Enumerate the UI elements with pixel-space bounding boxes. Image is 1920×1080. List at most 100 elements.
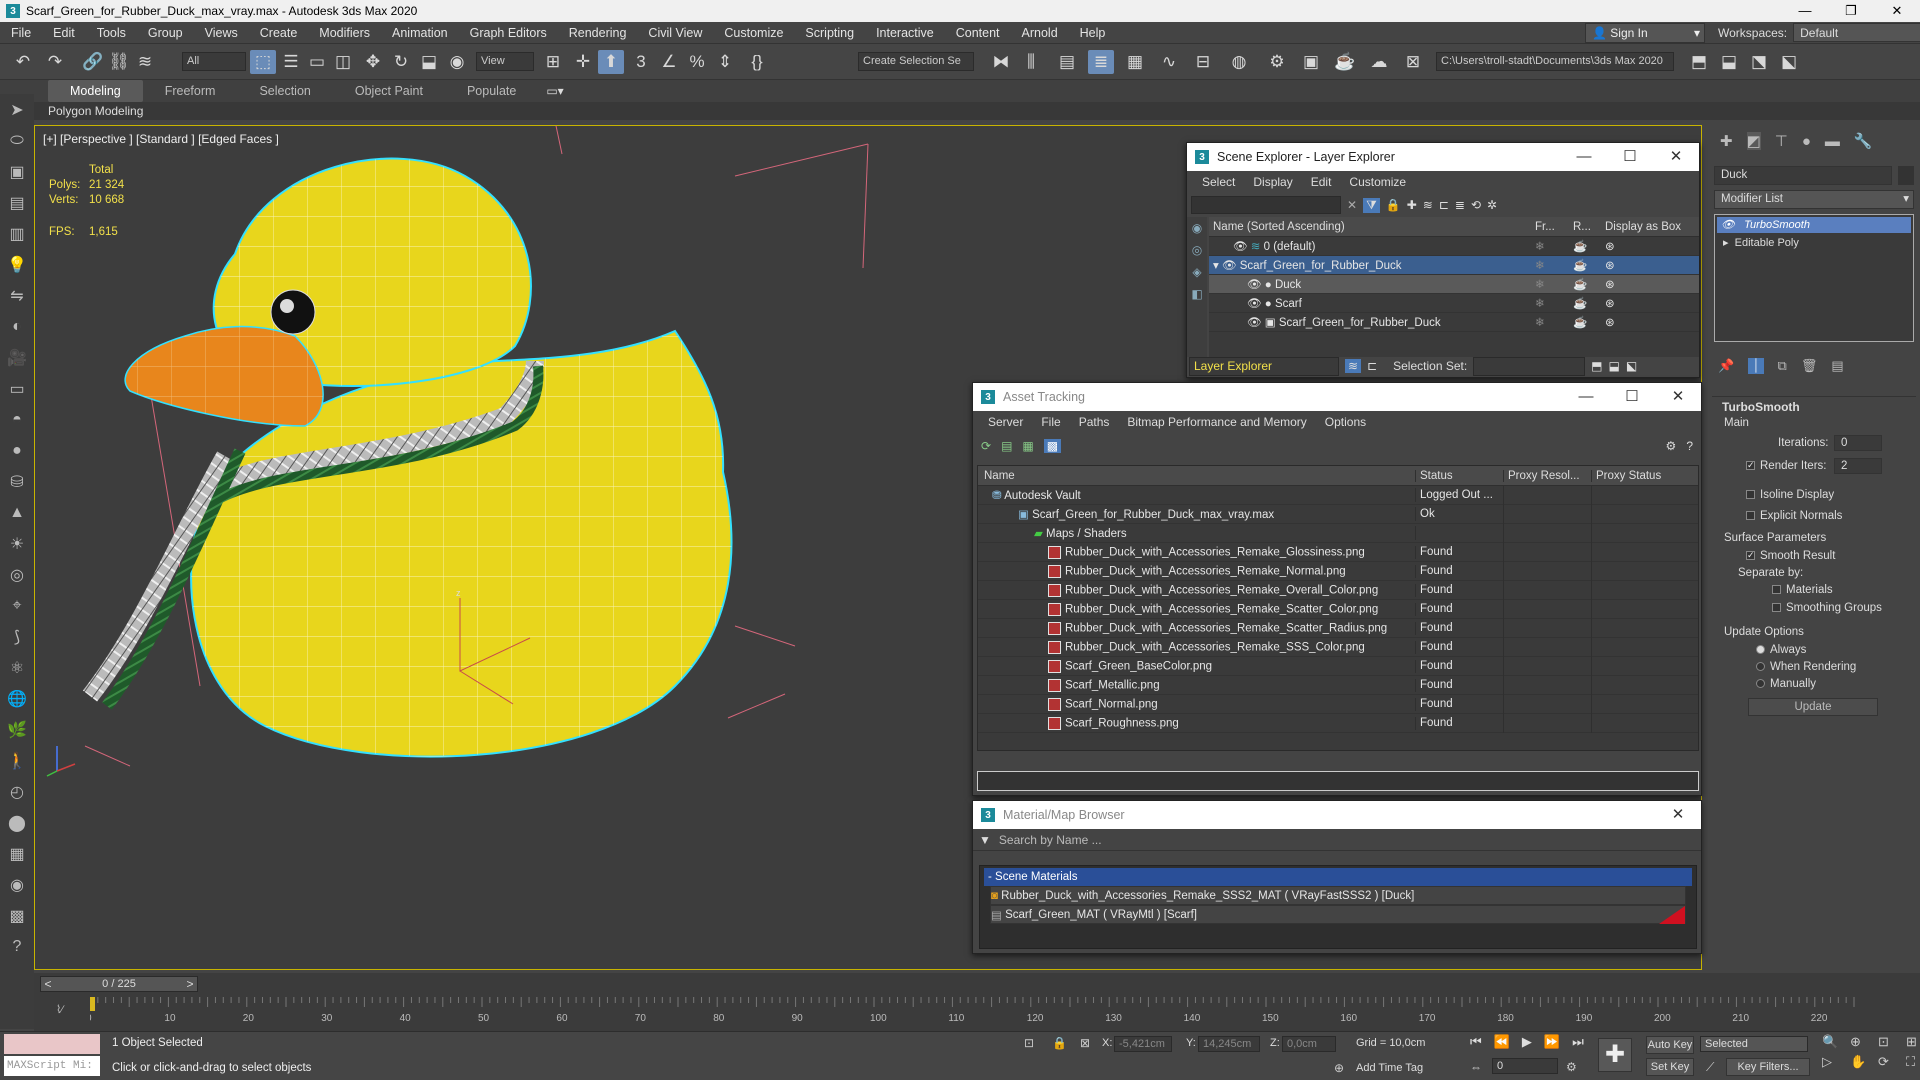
display-cameras-icon[interactable]: ◧: [1187, 283, 1207, 305]
menu-civil-view[interactable]: Civil View: [637, 26, 713, 40]
col-display-as-box[interactable]: Display as Box: [1605, 221, 1695, 233]
menu-views[interactable]: Views: [194, 26, 249, 40]
key-set-dropdown[interactable]: Selected: [1700, 1036, 1808, 1052]
render-toggle-icon[interactable]: ☕: [1573, 258, 1605, 272]
time-cursor[interactable]: [90, 997, 95, 1011]
rotate-icon[interactable]: ↻: [388, 50, 414, 74]
field-of-view-icon[interactable]: ▷: [1822, 1054, 1846, 1070]
display-tab-icon[interactable]: ▬: [1825, 133, 1840, 150]
layer-icon[interactable]: ▥: [0, 218, 34, 249]
col-render[interactable]: R...: [1573, 221, 1605, 233]
hair-icon[interactable]: ◴: [0, 776, 34, 807]
current-frame-field[interactable]: 0: [1492, 1058, 1558, 1074]
time-slider[interactable]: < 0 / 225 >: [40, 976, 198, 992]
zoom-extents-icon[interactable]: ⊡: [1878, 1034, 1902, 1050]
render-toggle-icon[interactable]: ☕: [1573, 277, 1605, 291]
snap-icon[interactable]: ⇋: [0, 280, 34, 311]
hierarchy-tab-icon[interactable]: ⊤: [1775, 132, 1788, 150]
modify-tab-icon[interactable]: ◩: [1746, 132, 1761, 150]
asset-row[interactable]: ▣ Scarf_Green_for_Rubber_Duck_max_vray.m…: [978, 504, 1698, 524]
ribbon-options-icon[interactable]: ▭▾: [546, 84, 563, 98]
render-iters-checkbox[interactable]: ✓: [1746, 461, 1755, 471]
manually-radio[interactable]: [1756, 679, 1765, 689]
refresh-icon[interactable]: ⟳: [981, 439, 991, 453]
tab-object-paint[interactable]: Object Paint: [333, 80, 445, 102]
material-editor-icon[interactable]: ◍: [1226, 50, 1252, 74]
biped-icon[interactable]: 🚶: [0, 745, 34, 776]
material-search-input[interactable]: Search by Name ...: [999, 833, 1701, 847]
bind-space-warp-icon[interactable]: ≋: [132, 50, 158, 74]
display-objects-icon[interactable]: ◉: [1187, 217, 1207, 239]
minimize-icon[interactable]: —: [1561, 143, 1607, 171]
box-toggle-icon[interactable]: ⊛: [1605, 239, 1615, 253]
redo-icon[interactable]: ↷: [42, 50, 68, 74]
col-proxy-resolution[interactable]: Proxy Resol...: [1504, 469, 1592, 482]
render-production-icon[interactable]: ☕: [1332, 50, 1358, 74]
unlink-icon[interactable]: ⛓: [106, 50, 132, 74]
create-layer-icon[interactable]: ✚: [1407, 198, 1417, 212]
globe-icon[interactable]: 🌐: [0, 683, 34, 714]
menu-help[interactable]: Help: [1069, 26, 1117, 40]
thumbnail-view-icon[interactable]: ▦: [1022, 439, 1033, 453]
rendered-frame-window-icon[interactable]: ▣: [1298, 50, 1324, 74]
object-row[interactable]: 👁 ● Scarf ❄ ☕ ⊛: [1209, 294, 1699, 313]
save-selection-icon[interactable]: ⬒: [1591, 359, 1602, 373]
object-name-input[interactable]: Duck: [1714, 166, 1892, 185]
torus-icon[interactable]: ◎: [0, 559, 34, 590]
render-icon[interactable]: ▦: [0, 838, 34, 869]
display-panel-icon[interactable]: ▣: [0, 156, 34, 187]
select-tool-icon[interactable]: ➤: [0, 94, 34, 125]
minimize-icon[interactable]: —: [1563, 383, 1609, 411]
angle-snap-icon[interactable]: ∠: [656, 50, 682, 74]
render-iters-spinner[interactable]: 2: [1834, 458, 1882, 474]
material-sphere-icon[interactable]: ⬤: [0, 807, 34, 838]
tab-freeform[interactable]: Freeform: [143, 80, 238, 102]
edit-named-selection-icon[interactable]: {}: [744, 50, 770, 74]
col-name[interactable]: Name (Sorted Ascending): [1209, 221, 1535, 233]
se-menu-select[interactable]: Select: [1193, 175, 1244, 189]
zoom-extents-all-icon[interactable]: ⊞: [1906, 1034, 1920, 1050]
geometry-icon[interactable]: ◐: [0, 311, 34, 342]
eye-icon[interactable]: 👁: [1247, 279, 1265, 291]
eye-icon[interactable]: 👁: [1247, 298, 1265, 310]
load-selection-icon[interactable]: ⬓: [1609, 359, 1620, 373]
play-icon[interactable]: ▶: [1522, 1034, 1532, 1050]
asset-tracking-titlebar[interactable]: 3 Asset Tracking — ☐ ✕: [973, 383, 1701, 411]
materials-checkbox[interactable]: [1772, 585, 1781, 595]
clear-search-icon[interactable]: ✕: [1347, 198, 1357, 212]
close-icon[interactable]: ✕: [1655, 801, 1701, 829]
reference-coordinate-dropdown[interactable]: View: [476, 52, 534, 71]
utilities-tab-icon[interactable]: 🔧: [1854, 132, 1873, 150]
sun-icon[interactable]: ☀: [0, 528, 34, 559]
rectangular-selection-icon[interactable]: ▭: [304, 50, 330, 74]
time-configuration-icon[interactable]: ⚙: [1566, 1060, 1577, 1074]
scene-explorer-titlebar[interactable]: 3 Scene Explorer - Layer Explorer — ☐ ✕: [1187, 143, 1699, 171]
restore-icon[interactable]: ❐: [1828, 0, 1874, 22]
percent-snap-icon[interactable]: %: [684, 50, 710, 74]
always-radio[interactable]: [1756, 645, 1765, 655]
sphere-icon[interactable]: ◓: [0, 404, 34, 435]
toggle-layer-explorer-icon[interactable]: ≣: [1088, 50, 1114, 74]
go-to-start-icon[interactable]: ⏮: [1470, 1034, 1482, 1050]
hierarchy-icon[interactable]: ⊏: [1439, 198, 1449, 212]
box-icon[interactable]: ▭: [0, 373, 34, 404]
named-selection-sets-dropdown[interactable]: Create Selection Se: [858, 52, 974, 71]
eye-icon[interactable]: 👁: [1222, 260, 1240, 272]
sync-icon[interactable]: ⟲: [1471, 198, 1481, 212]
eye-icon[interactable]: 👁: [1721, 219, 1744, 231]
se-menu-edit[interactable]: Edit: [1302, 175, 1341, 189]
scene-explorer-icon[interactable]: ▤: [0, 187, 34, 218]
auto-key-button[interactable]: Auto Key: [1646, 1036, 1694, 1054]
when-rendering-radio[interactable]: [1756, 662, 1765, 672]
window-crossing-icon[interactable]: ◫: [330, 50, 356, 74]
calculator-icon[interactable]: ▩: [0, 900, 34, 931]
asset-row[interactable]: Scarf_Normal.png Found: [978, 694, 1698, 714]
curve-editor-icon[interactable]: ∿: [1156, 50, 1182, 74]
pan-icon[interactable]: ✋: [1850, 1054, 1874, 1070]
asset-row[interactable]: ⛃ Autodesk Vault Logged Out ...: [978, 485, 1698, 505]
modifier-list-dropdown[interactable]: Modifier List ▾: [1714, 190, 1914, 209]
menu-content[interactable]: Content: [945, 26, 1011, 40]
maxscript-mini-listener[interactable]: MAXScript Mi:: [4, 1056, 100, 1076]
menu-rendering[interactable]: Rendering: [558, 26, 638, 40]
scene-materials-section[interactable]: - Scene Materials: [984, 868, 1692, 886]
